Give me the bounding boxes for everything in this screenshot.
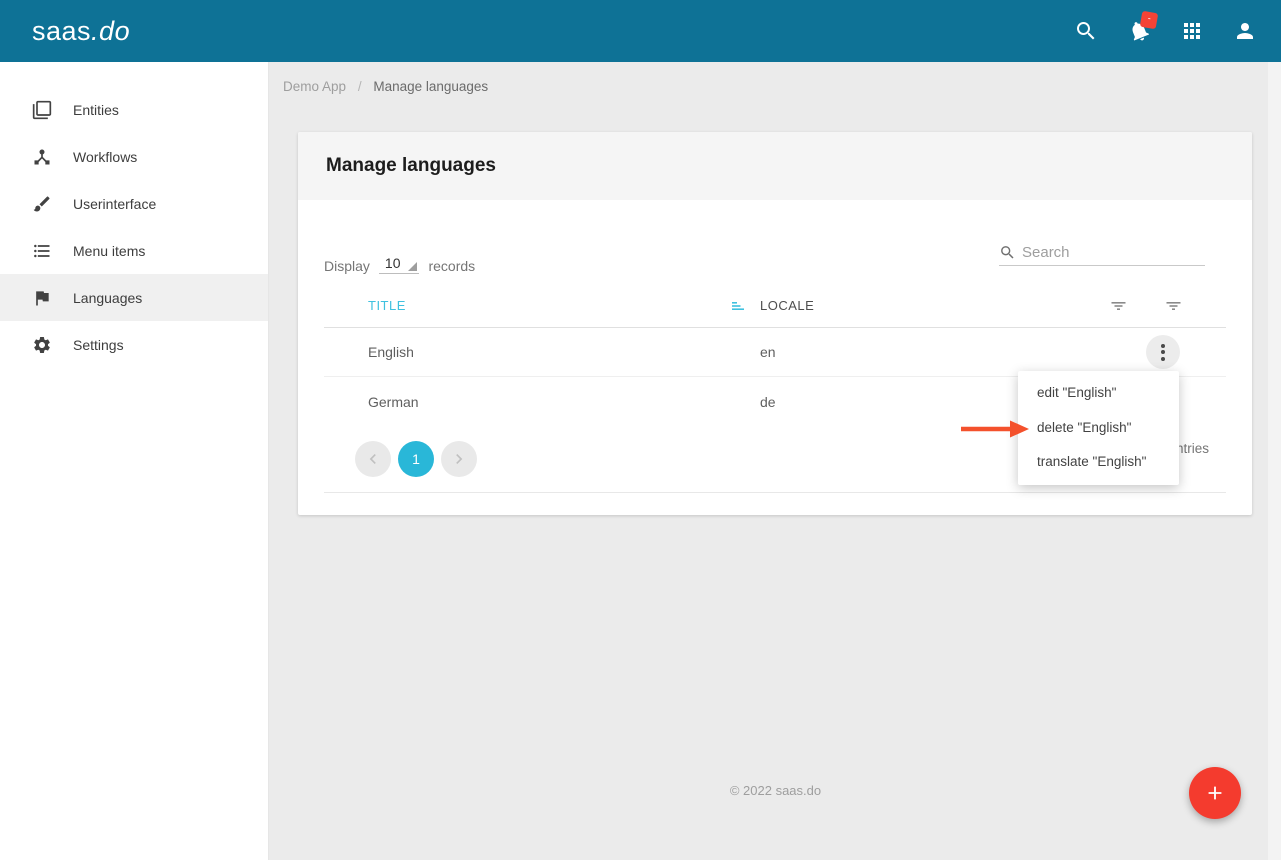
menu-item-translate[interactable]: translate "English" <box>1018 445 1179 480</box>
search-input[interactable] <box>1022 244 1192 261</box>
sidebar-item-label: Workflows <box>73 148 138 165</box>
apps-grid-icon[interactable] <box>1180 19 1204 43</box>
row-context-menu: edit "English" delete "English" translat… <box>1018 371 1179 485</box>
card-header: Manage languages <box>298 132 1252 200</box>
brush-icon <box>33 195 50 211</box>
layers-icon <box>32 100 52 119</box>
flag-icon <box>36 290 49 305</box>
sidebar-item-label: Userinterface <box>73 195 157 212</box>
display-label: Display <box>324 258 370 274</box>
sidebar-item-label: Languages <box>73 289 143 306</box>
column-header-locale[interactable]: LOCALE <box>760 298 1111 313</box>
brand-logo-suffix: .do <box>91 15 131 46</box>
table-row[interactable]: English en <box>324 328 1226 377</box>
menu-item-delete[interactable]: delete "English" <box>1018 411 1179 446</box>
cell-title: English <box>368 344 414 360</box>
brand-logo-prefix: saas <box>32 15 92 46</box>
cell-locale: en <box>760 344 776 360</box>
sidebar-item-menu-items[interactable]: Menu items <box>0 227 268 274</box>
chevron-left-icon <box>369 454 376 464</box>
row-actions-menu-button[interactable] <box>1146 335 1180 369</box>
breadcrumb: Demo App / Manage languages <box>270 62 1281 110</box>
breadcrumb-parent[interactable]: Demo App <box>283 79 346 94</box>
top-app-bar: saas.do - <box>0 0 1281 62</box>
app-page: saas.do - Entities Workflows Userinterfa… <box>0 0 1281 860</box>
sidebar-item-label: Settings <box>73 336 124 353</box>
records-label: records <box>428 258 476 274</box>
records-per-page-select[interactable]: 10 <box>378 255 420 274</box>
plus-icon <box>1208 786 1222 800</box>
column-header-title[interactable]: TITLE <box>368 298 406 313</box>
column-filter-icons <box>1111 300 1226 312</box>
add-language-fab[interactable] <box>1189 767 1241 819</box>
table-header-row: TITLE LOCALE <box>324 284 1226 328</box>
card-divider <box>324 492 1226 493</box>
notification-badge: - <box>1139 10 1159 30</box>
search-icon[interactable] <box>1074 19 1098 43</box>
sidebar-item-label: Menu items <box>73 242 146 259</box>
cell-title: German <box>368 393 419 410</box>
sidebar-item-workflows[interactable]: Workflows <box>0 133 268 180</box>
notifications-bell-icon[interactable]: - <box>1127 10 1159 43</box>
search-box <box>999 244 1205 266</box>
annotation-arrow <box>961 420 1029 438</box>
dropdown-caret-icon <box>408 262 418 271</box>
workflow-hub-icon <box>34 149 50 164</box>
breadcrumb-current: Manage languages <box>373 79 489 94</box>
sidebar: Entities Workflows Userinterface Menu it… <box>0 62 269 860</box>
chevron-right-icon <box>456 454 463 464</box>
gear-icon <box>34 336 50 353</box>
topbar-icons: - <box>1074 10 1257 43</box>
scrollbar-track[interactable] <box>1268 62 1281 860</box>
menu-item-edit[interactable]: edit "English" <box>1018 376 1179 411</box>
account-icon[interactable] <box>1233 19 1257 43</box>
sidebar-item-label: Entities <box>73 101 119 118</box>
display-records-control: Display 10 records <box>324 240 475 274</box>
pagination-prev-button[interactable] <box>355 441 391 477</box>
sidebar-item-languages[interactable]: Languages <box>0 274 268 321</box>
breadcrumb-separator: / <box>357 79 362 94</box>
filter-icon[interactable] <box>1111 300 1126 312</box>
sidebar-item-userinterface[interactable]: Userinterface <box>0 180 268 227</box>
brand-logo[interactable]: saas.do <box>32 16 130 47</box>
sort-active-icon[interactable] <box>732 300 746 312</box>
sidebar-item-entities[interactable]: Entities <box>0 86 268 133</box>
footer-copyright: © 2022 saas.do <box>729 783 822 798</box>
pagination-page-1-button[interactable]: 1 <box>398 441 434 477</box>
pagination-next-button[interactable] <box>441 441 477 477</box>
search-icon <box>1001 246 1014 259</box>
page-title: Manage languages <box>326 155 496 176</box>
records-per-page-value: 10 <box>384 255 401 271</box>
bulleted-list-icon <box>34 244 50 257</box>
sidebar-item-settings[interactable]: Settings <box>0 321 268 368</box>
filter-icon[interactable] <box>1166 300 1181 312</box>
